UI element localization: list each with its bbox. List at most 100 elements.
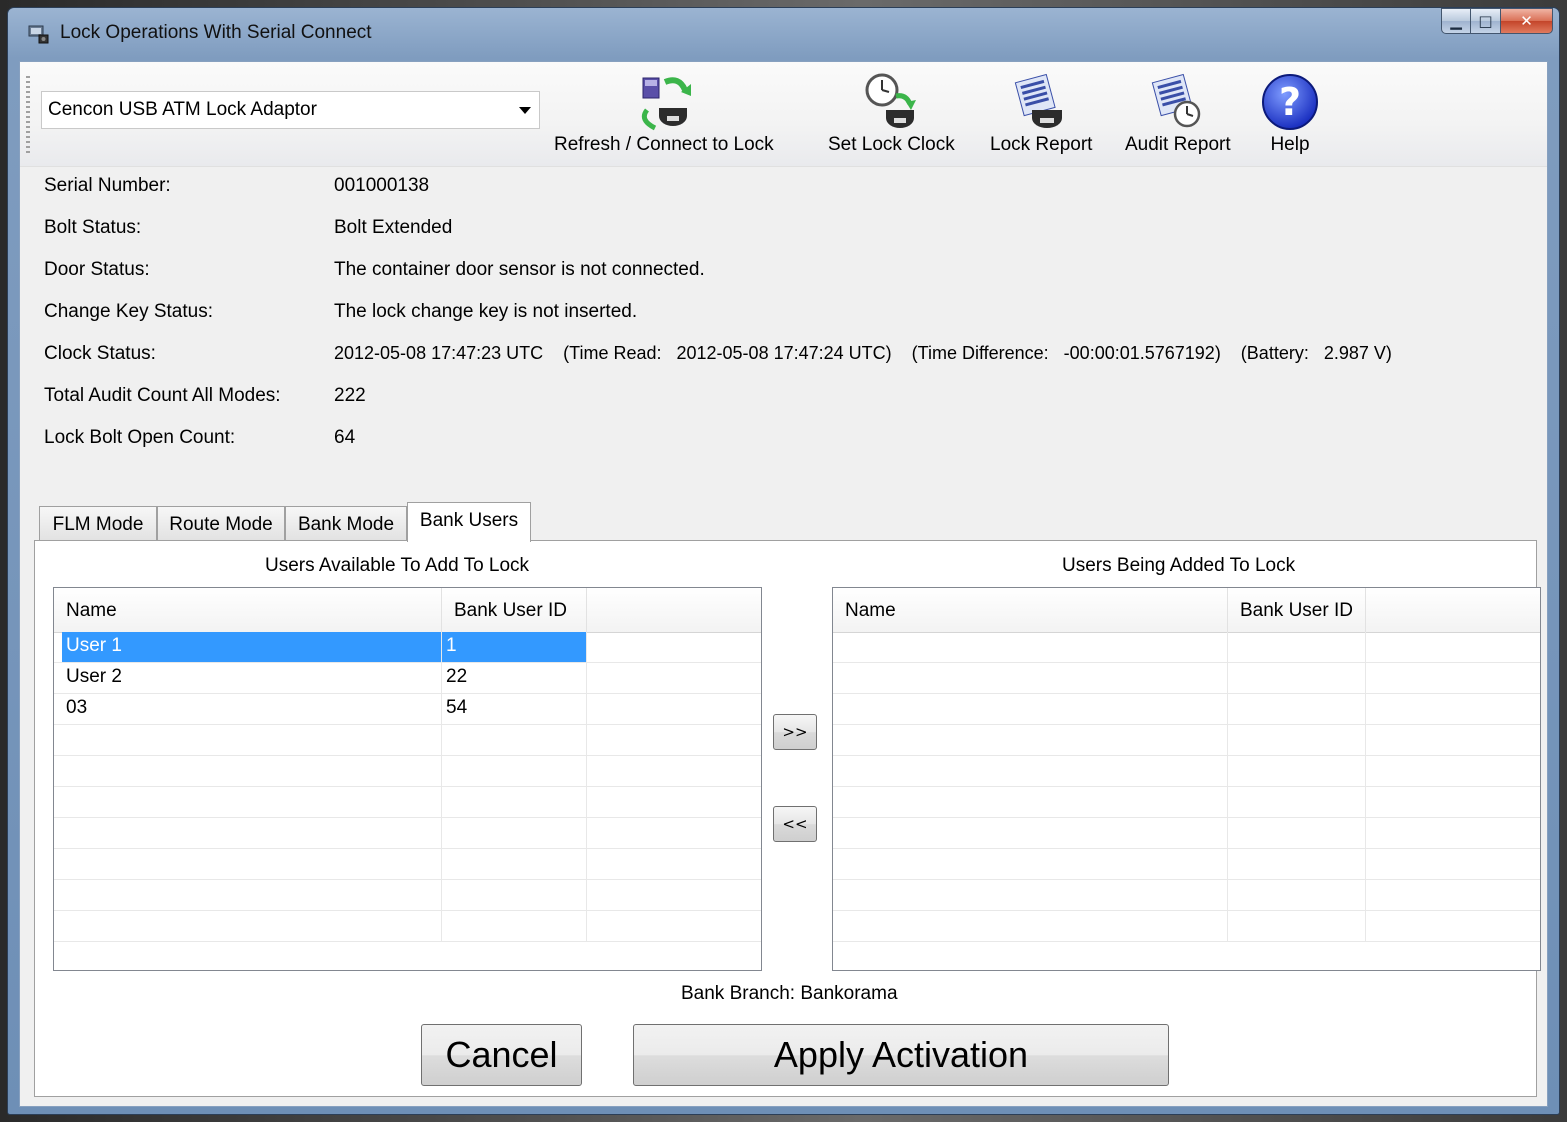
- table-row: [54, 849, 761, 880]
- bank-users-panel: Users Available To Add To Lock Users Bei…: [34, 540, 1541, 1097]
- bank-user-id-cell: [442, 880, 587, 910]
- table-row: [833, 632, 1540, 663]
- table-row: [833, 849, 1540, 880]
- minimize-button[interactable]: ▁: [1441, 8, 1471, 34]
- window-title: Lock Operations With Serial Connect: [60, 22, 372, 43]
- name-cell: [62, 725, 442, 755]
- apply-activation-button-label: Apply Activation: [773, 1034, 1029, 1075]
- table-row: [54, 880, 761, 911]
- table-row: [54, 756, 761, 787]
- help-button[interactable]: ? Help: [1260, 70, 1320, 156]
- adding-users-list[interactable]: Name Bank User ID: [832, 587, 1541, 971]
- name-cell: [62, 818, 442, 848]
- toolbar-grip[interactable]: [26, 76, 30, 156]
- bolt-open-count-value: 64: [334, 427, 356, 448]
- add-user-button[interactable]: >>: [773, 714, 817, 750]
- minimize-icon: ▁: [1450, 12, 1462, 30]
- clock-status-value: 2012-05-08 17:47:23 UTC (Time Read: 2012…: [334, 343, 1392, 363]
- total-audit-count-value: 222: [334, 385, 366, 406]
- column-header-name[interactable]: Name: [54, 588, 442, 632]
- refresh-connect-button[interactable]: Refresh / Connect to Lock: [554, 70, 774, 156]
- door-status-label: Door Status:: [44, 259, 150, 280]
- name-cell: [841, 818, 1228, 848]
- maximize-button[interactable]: □: [1471, 8, 1501, 34]
- set-lock-clock-button[interactable]: Set Lock Clock: [828, 70, 955, 156]
- svg-text:?: ?: [1279, 80, 1301, 124]
- bank-user-id-cell: 1: [442, 632, 587, 662]
- table-row[interactable]: User 11: [54, 632, 761, 663]
- lock-report-label: Lock Report: [990, 134, 1093, 155]
- name-cell: [841, 849, 1228, 879]
- table-row: [833, 787, 1540, 818]
- adapter-select[interactable]: Cencon USB ATM Lock Adaptor: [41, 91, 540, 129]
- cancel-button-label: Cancel: [445, 1034, 558, 1075]
- table-row[interactable]: 03 54: [54, 694, 761, 725]
- tab-bank-users[interactable]: Bank Users: [407, 502, 531, 542]
- name-cell: [841, 880, 1228, 910]
- audit-report-button[interactable]: Audit Report: [1125, 70, 1231, 156]
- column-header-label: Bank User ID: [454, 600, 567, 621]
- cancel-button[interactable]: Cancel: [421, 1024, 582, 1086]
- bank-user-id-cell: [1228, 880, 1366, 910]
- tab-bank-mode[interactable]: Bank Mode: [285, 506, 407, 540]
- table-row: [54, 818, 761, 849]
- bank-user-id-cell: [442, 818, 587, 848]
- app-window: Lock Operations With Serial Connect ▁ □ …: [7, 7, 1560, 1115]
- bank-user-id-cell: [1228, 756, 1366, 786]
- bank-branch-value: Bankorama: [800, 983, 898, 1004]
- close-icon: ✕: [1520, 12, 1533, 30]
- table-row: [833, 663, 1540, 694]
- table-row: [833, 725, 1540, 756]
- name-cell: [841, 756, 1228, 786]
- column-header-bank-user-id[interactable]: Bank User ID: [442, 588, 587, 632]
- bolt-status-label: Bolt Status:: [44, 217, 142, 238]
- bank-branch: Bank Branch: Bankorama: [681, 983, 898, 1005]
- lock-report-button[interactable]: Lock Report: [990, 70, 1092, 156]
- name-cell: [62, 787, 442, 817]
- adding-users-caption: Users Being Added To Lock: [1062, 555, 1296, 576]
- table-row[interactable]: User 2 22: [54, 663, 761, 694]
- tab-label: Bank Users: [419, 510, 519, 531]
- title-bar[interactable]: Lock Operations With Serial Connect ▁ □ …: [8, 8, 1559, 60]
- chevron-down-icon[interactable]: [519, 107, 531, 114]
- maximize-icon: □: [1478, 12, 1493, 30]
- table-row: [833, 818, 1540, 849]
- bank-user-id-cell: [1228, 663, 1366, 693]
- list-header: Name Bank User ID: [833, 588, 1540, 633]
- tab-route-mode[interactable]: Route Mode: [157, 506, 285, 540]
- column-header-label: Name: [66, 600, 117, 621]
- door-status-value: The container door sensor is not connect…: [334, 259, 705, 280]
- bank-user-id-cell: [1228, 787, 1366, 817]
- name-cell: [841, 725, 1228, 755]
- available-users-caption: Users Available To Add To Lock: [265, 555, 530, 576]
- bank-user-id-cell: 22: [442, 663, 587, 693]
- column-header-bank-user-id[interactable]: Bank User ID: [1228, 588, 1366, 632]
- change-key-status-value: The lock change key is not inserted.: [334, 301, 638, 322]
- total-audit-count-label: Total Audit Count All Modes:: [44, 385, 281, 406]
- name-cell: [841, 632, 1228, 662]
- serial-number-value: 001000138: [334, 175, 430, 196]
- serial-number-label: Serial Number:: [44, 175, 171, 196]
- help-label: Help: [1270, 134, 1310, 155]
- refresh-connect-icon: [641, 77, 691, 131]
- window-controls: ▁ □ ✕: [1441, 8, 1553, 40]
- table-row: [833, 694, 1540, 725]
- bolt-open-count-label: Lock Bolt Open Count:: [44, 427, 236, 448]
- remove-user-button[interactable]: <<: [773, 806, 817, 842]
- add-user-button-label: >>: [782, 723, 808, 741]
- column-header-name[interactable]: Name: [833, 588, 1228, 632]
- name-cell: [62, 756, 442, 786]
- name-cell: User 2: [62, 663, 442, 693]
- name-cell: [841, 663, 1228, 693]
- available-users-list[interactable]: Name Bank User ID User 1 1 User 2 22 03 54: [53, 587, 762, 971]
- bank-user-id-cell: [1228, 849, 1366, 879]
- tab-flm-mode[interactable]: FLM Mode: [39, 506, 157, 540]
- table-row: [54, 911, 761, 942]
- app-icon: [28, 25, 49, 44]
- bank-user-id-cell: 54: [442, 694, 587, 724]
- bank-user-id-cell: [442, 911, 587, 941]
- apply-activation-button[interactable]: Apply Activation: [633, 1024, 1169, 1086]
- close-button[interactable]: ✕: [1501, 8, 1553, 34]
- change-key-status-label: Change Key Status:: [44, 301, 213, 322]
- name-cell: [62, 911, 442, 941]
